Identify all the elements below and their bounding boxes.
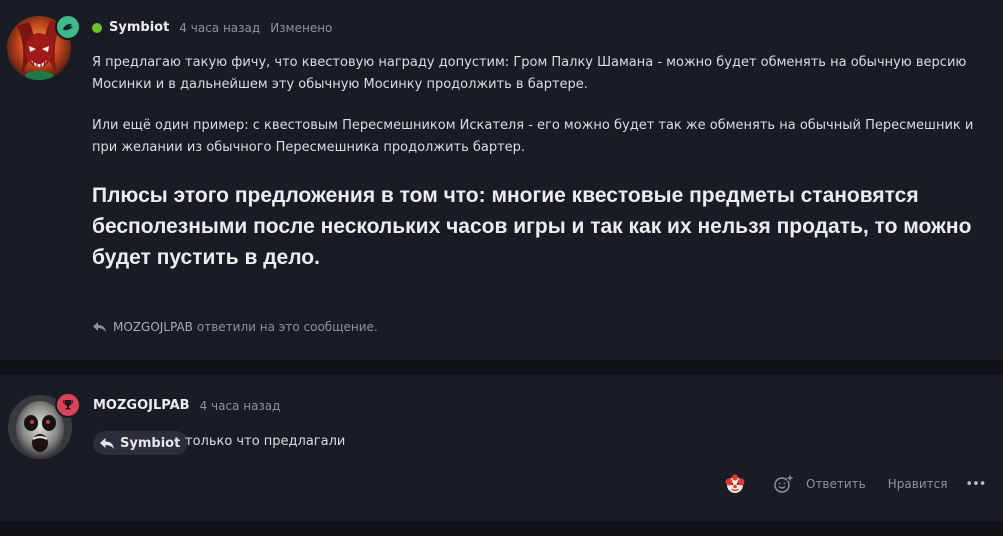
reply-arrow-icon — [100, 437, 114, 449]
post-highlight: Плюсы этого предложения в том что: многи… — [92, 184, 972, 269]
author-name[interactable]: MOZGOJLPAB — [93, 398, 190, 413]
replied-notice[interactable]: MOZGOJLPAB ответили на это сообщение. — [92, 320, 378, 334]
replied-user[interactable]: MOZGOJLPAB — [113, 320, 193, 334]
replied-suffix: ответили на это сообщение. — [196, 320, 378, 334]
post-separator — [0, 360, 1003, 375]
more-options-icon[interactable]: ••• — [965, 477, 986, 492]
online-indicator — [92, 22, 102, 33]
add-reaction-icon[interactable] — [770, 471, 796, 497]
reply-arrow-icon — [93, 322, 106, 332]
reply-text: только что предлагали — [185, 434, 346, 449]
author-name[interactable]: Symbiot — [109, 20, 169, 35]
post-symbiot: Symbiot 4 часа назад Изменено Я предлага… — [0, 0, 1003, 360]
post-meta: Symbiot 4 часа назад Изменено — [92, 20, 332, 35]
post-separator — [0, 521, 1003, 536]
post-actions: Ответить Нравится ••• — [722, 471, 986, 497]
edited-label: Изменено — [270, 20, 333, 35]
mention-name: Symbiot — [120, 435, 181, 451]
post-paragraph: Я предлагаю такую фичу, что квестовую на… — [92, 55, 967, 92]
rank-badge-icon — [55, 14, 81, 40]
like-button[interactable]: Нравится — [888, 477, 948, 491]
post-meta: MOZGOJLPAB 4 часа назад — [93, 398, 290, 413]
post-time[interactable]: 4 часа назад — [200, 399, 281, 413]
mention-chip[interactable]: Symbiot — [93, 431, 189, 455]
post-paragraph: Или ещё один пример: с квестовым Пересме… — [92, 118, 974, 155]
reply-button[interactable]: Ответить — [806, 477, 866, 491]
trophy-badge-icon — [55, 392, 81, 418]
clown-reaction-icon[interactable] — [722, 471, 748, 497]
post-time[interactable]: 4 часа назад — [179, 21, 260, 35]
